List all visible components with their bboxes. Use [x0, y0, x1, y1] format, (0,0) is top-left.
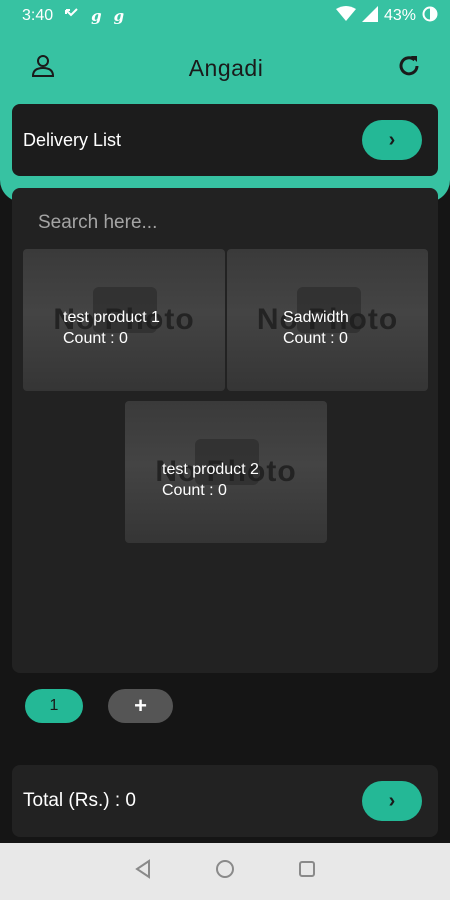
- add-page-button[interactable]: +: [108, 689, 173, 723]
- checkout-button[interactable]: ›: [362, 781, 422, 821]
- product-card[interactable]: No Photo test product 2 Count : 0: [125, 401, 327, 543]
- total-label: Total (Rs.) : 0: [23, 790, 136, 811]
- status-bar: 3:40 g g 43%: [0, 0, 450, 32]
- chevron-right-icon: ›: [388, 789, 396, 812]
- back-icon[interactable]: [133, 859, 153, 884]
- google-notification-icon-2: g: [113, 7, 125, 25]
- app-title: Angadi: [188, 54, 264, 81]
- chevron-right-icon: ›: [388, 128, 396, 151]
- product-panel: No Photo test product 1 Count : 0 No Pho…: [12, 188, 438, 673]
- status-time: 3:40: [22, 7, 54, 24]
- wifi-icon: [335, 5, 356, 27]
- system-nav-bar: [0, 843, 450, 900]
- google-notification-icon: g: [91, 7, 102, 25]
- product-count: Count : 0: [283, 330, 348, 347]
- recents-icon[interactable]: [297, 859, 317, 884]
- product-count: Count : 0: [63, 330, 128, 347]
- product-count: Count : 0: [162, 482, 227, 499]
- status-left: 3:40 g g: [22, 7, 124, 25]
- battery-percent: 43%: [383, 7, 416, 24]
- signal-icon: [361, 5, 378, 27]
- product-card[interactable]: No Photo Sadwidth Count : 0: [227, 249, 428, 391]
- page-1-button[interactable]: 1: [25, 689, 83, 723]
- product-name: test product 2: [162, 461, 259, 478]
- missed-call-icon: [65, 7, 79, 25]
- total-card: Total (Rs.) : 0 ›: [12, 765, 438, 837]
- delivery-list-button[interactable]: ›: [362, 120, 422, 160]
- product-info: test product 2 Count : 0: [162, 459, 259, 501]
- product-info: Sadwidth Count : 0: [283, 307, 349, 349]
- header-bar: Angadi: [0, 32, 450, 104]
- refresh-icon[interactable]: [396, 53, 422, 84]
- search-input[interactable]: [38, 208, 418, 238]
- product-name: Sadwidth: [283, 309, 349, 326]
- product-info: test product 1 Count : 0: [63, 307, 160, 349]
- user-icon[interactable]: [30, 53, 56, 84]
- product-name: test product 1: [63, 309, 160, 326]
- product-card[interactable]: No Photo test product 1 Count : 0: [23, 249, 225, 391]
- delivery-list-card[interactable]: Delivery List ›: [12, 104, 438, 176]
- status-right: 43%: [335, 5, 438, 27]
- delivery-list-label: Delivery List: [23, 129, 122, 150]
- battery-icon: [422, 6, 438, 27]
- home-icon[interactable]: [215, 859, 235, 884]
